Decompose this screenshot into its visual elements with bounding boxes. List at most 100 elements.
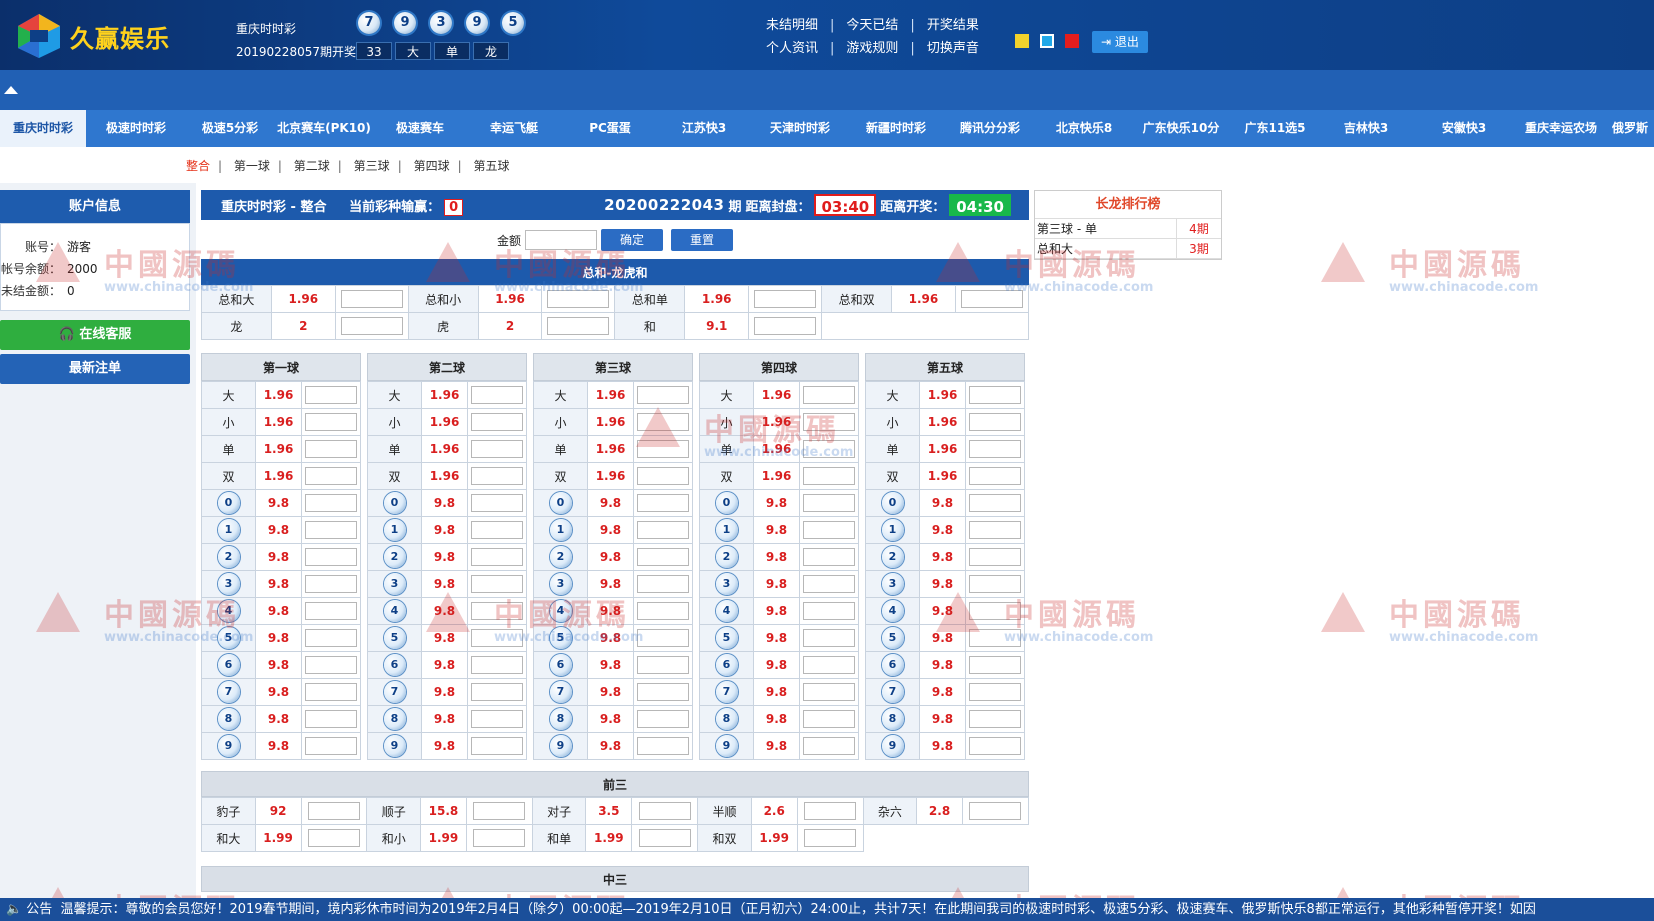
link-rules[interactable]: 游戏规则 <box>834 37 910 60</box>
number-odds[interactable]: 9.8 <box>919 570 966 598</box>
number-amount-input[interactable] <box>799 597 859 625</box>
tab-jlk3[interactable]: 吉林快3 <box>1322 110 1410 147</box>
bet-odds[interactable]: 1.96 <box>421 462 468 490</box>
dragon-input[interactable] <box>334 312 409 340</box>
number-amount-input[interactable] <box>467 516 527 544</box>
number-amount-input[interactable] <box>965 624 1025 652</box>
bet-amount-input[interactable] <box>965 408 1025 436</box>
total-even-input[interactable] <box>954 285 1030 313</box>
link-profile[interactable]: 个人资讯 <box>766 37 830 60</box>
number-odds[interactable]: 9.8 <box>587 543 634 571</box>
number-amount-input[interactable] <box>633 732 693 760</box>
bet-amount-input[interactable] <box>467 408 527 436</box>
theme-blue-swatch[interactable] <box>1040 34 1054 48</box>
number-odds[interactable]: 9.8 <box>753 678 800 706</box>
reset-button[interactable]: 重置 <box>671 229 734 251</box>
number-amount-input[interactable] <box>799 651 859 679</box>
tab-russia[interactable]: 俄罗斯 <box>1612 110 1654 147</box>
link-settled-today[interactable]: 今天已结 <box>834 14 910 37</box>
number-odds[interactable]: 9.8 <box>919 543 966 571</box>
bet-amount-input[interactable] <box>633 408 693 436</box>
amount-input[interactable] <box>525 230 598 250</box>
bet-amount-input[interactable] <box>799 462 859 490</box>
number-odds[interactable]: 9.8 <box>587 624 634 652</box>
total-big-input[interactable] <box>334 285 409 313</box>
tie-input[interactable] <box>748 312 823 340</box>
number-odds[interactable]: 9.8 <box>753 732 800 760</box>
number-amount-input[interactable] <box>467 678 527 706</box>
total-big-odds[interactable]: 1.96 <box>270 285 336 313</box>
number-amount-input[interactable] <box>633 543 693 571</box>
number-amount-input[interactable] <box>965 516 1025 544</box>
front3-straight-input[interactable] <box>465 797 533 825</box>
number-odds[interactable]: 9.8 <box>587 516 634 544</box>
front3-sum-small-input[interactable] <box>465 824 533 852</box>
total-odd-odds[interactable]: 1.96 <box>684 285 750 313</box>
bet-odds[interactable]: 1.96 <box>255 462 302 490</box>
number-amount-input[interactable] <box>467 489 527 517</box>
number-amount-input[interactable] <box>799 570 859 598</box>
subnav-all[interactable]: 整合 <box>186 159 210 173</box>
number-odds[interactable]: 9.8 <box>421 516 468 544</box>
bet-amount-input[interactable] <box>965 435 1025 463</box>
front3-mixed-input[interactable] <box>961 797 1030 825</box>
front3-halfstraight-odds[interactable]: 2.6 <box>750 797 798 825</box>
number-amount-input[interactable] <box>301 597 361 625</box>
front3-sum-odd-odds[interactable]: 1.99 <box>585 824 633 852</box>
total-odd-input[interactable] <box>748 285 823 313</box>
tab-gdkl10[interactable]: 广东快乐10分 <box>1132 110 1230 147</box>
tab-jsk3[interactable]: 江苏快3 <box>660 110 748 147</box>
link-unsettled[interactable]: 未结明细 <box>766 14 830 37</box>
front3-mixed-odds[interactable]: 2.8 <box>916 797 963 825</box>
tab-gd11x5[interactable]: 广东11选5 <box>1230 110 1320 147</box>
bet-odds[interactable]: 1.96 <box>421 435 468 463</box>
number-odds[interactable]: 9.8 <box>587 732 634 760</box>
tab-cqxync[interactable]: 重庆幸运农场 <box>1514 110 1608 147</box>
number-amount-input[interactable] <box>633 489 693 517</box>
bet-odds[interactable]: 1.96 <box>587 462 634 490</box>
number-odds[interactable]: 9.8 <box>919 678 966 706</box>
bet-odds[interactable]: 1.96 <box>919 381 966 409</box>
bet-amount-input[interactable] <box>965 462 1025 490</box>
number-odds[interactable]: 9.8 <box>255 570 302 598</box>
bet-amount-input[interactable] <box>467 462 527 490</box>
subnav-ball-3[interactable]: 第三球 <box>354 159 390 173</box>
bet-amount-input[interactable] <box>799 381 859 409</box>
subnav-ball-5[interactable]: 第五球 <box>473 159 509 173</box>
number-odds[interactable]: 9.8 <box>753 516 800 544</box>
front3-leopard-odds[interactable]: 92 <box>254 797 302 825</box>
number-amount-input[interactable] <box>965 705 1025 733</box>
number-amount-input[interactable] <box>799 624 859 652</box>
confirm-button[interactable]: 确定 <box>601 229 664 251</box>
bet-odds[interactable]: 1.96 <box>753 435 800 463</box>
number-odds[interactable]: 9.8 <box>587 570 634 598</box>
tab-xyft[interactable]: 幸运飞艇 <box>470 110 558 147</box>
theme-yellow-swatch[interactable] <box>1015 34 1029 48</box>
number-amount-input[interactable] <box>965 597 1025 625</box>
number-odds[interactable]: 9.8 <box>919 516 966 544</box>
theme-red-swatch[interactable] <box>1065 34 1079 48</box>
number-amount-input[interactable] <box>301 516 361 544</box>
number-odds[interactable]: 9.8 <box>919 489 966 517</box>
dragon-odds[interactable]: 2 <box>270 312 336 340</box>
bet-odds[interactable]: 1.96 <box>255 435 302 463</box>
tab-bjpk10[interactable]: 北京赛车(PK10) <box>276 110 372 147</box>
bet-odds[interactable]: 1.96 <box>753 408 800 436</box>
number-odds[interactable]: 9.8 <box>587 705 634 733</box>
total-small-input[interactable] <box>541 285 616 313</box>
number-odds[interactable]: 9.8 <box>421 678 468 706</box>
bet-odds[interactable]: 1.96 <box>919 435 966 463</box>
number-amount-input[interactable] <box>467 651 527 679</box>
front3-sum-even-odds[interactable]: 1.99 <box>750 824 798 852</box>
number-odds[interactable]: 9.8 <box>587 489 634 517</box>
bet-amount-input[interactable] <box>799 435 859 463</box>
collapse-up-icon[interactable] <box>4 86 18 94</box>
number-odds[interactable]: 9.8 <box>753 705 800 733</box>
bet-amount-input[interactable] <box>301 462 361 490</box>
number-amount-input[interactable] <box>301 570 361 598</box>
number-odds[interactable]: 9.8 <box>753 651 800 679</box>
number-amount-input[interactable] <box>965 489 1025 517</box>
number-odds[interactable]: 9.8 <box>919 651 966 679</box>
number-odds[interactable]: 9.8 <box>421 732 468 760</box>
number-odds[interactable]: 9.8 <box>255 543 302 571</box>
